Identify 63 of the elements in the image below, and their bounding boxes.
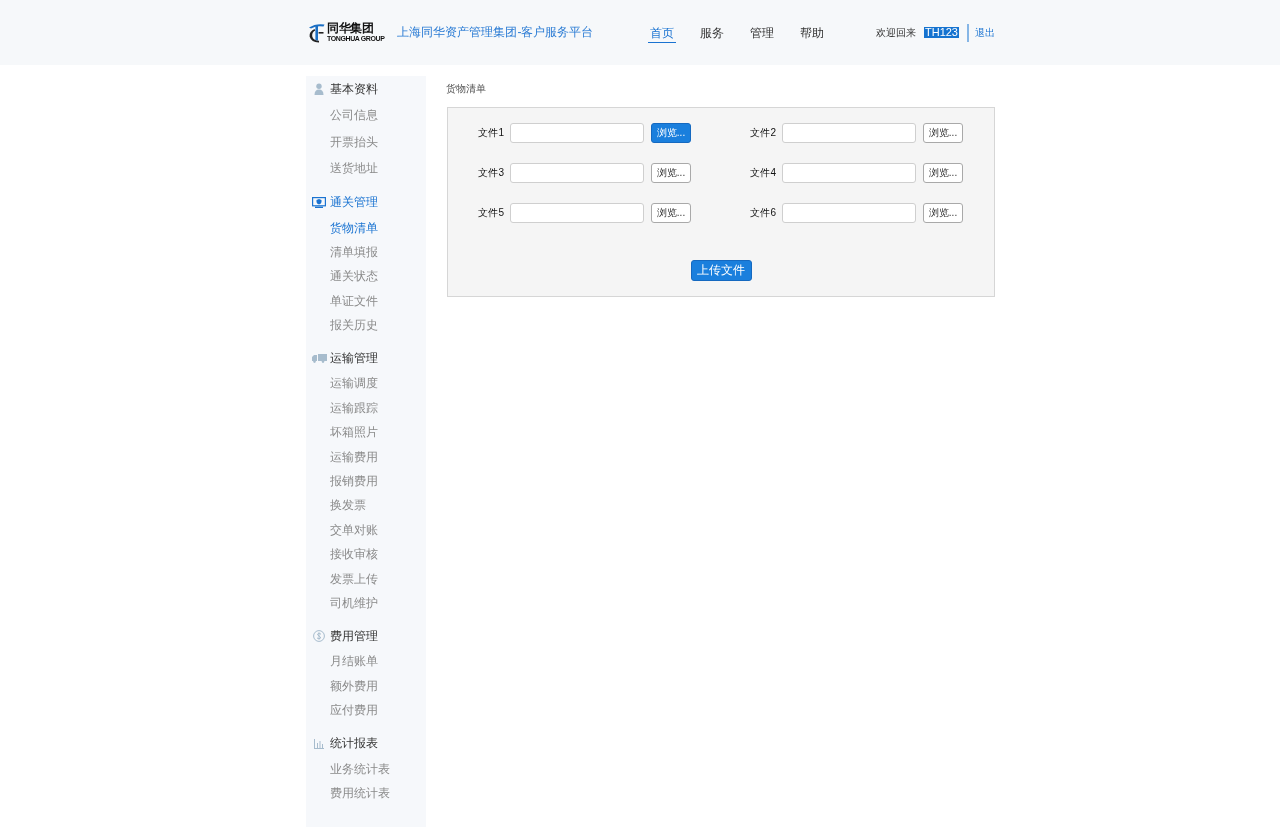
- nav-item[interactable]: 单证文件: [306, 288, 426, 314]
- nav-item[interactable]: 额外费用: [306, 673, 426, 699]
- nav-tab[interactable]: 管理: [748, 22, 777, 43]
- nav-group-heading[interactable]: 费用管理: [306, 623, 426, 650]
- nav-item[interactable]: 公司信息: [306, 102, 426, 129]
- bar-chart-icon: [314, 738, 324, 749]
- nav-item[interactable]: 交单对账: [306, 517, 426, 543]
- nav-tab[interactable]: 服务: [698, 22, 727, 43]
- page-title: 货物清单: [446, 83, 486, 94]
- nav-item[interactable]: 接收审核: [306, 542, 426, 567]
- nav-item[interactable]: 清单填报: [306, 239, 426, 265]
- nav-item[interactable]: 费用统计表: [306, 780, 426, 806]
- upload-button[interactable]: 上传文件: [690, 260, 752, 281]
- file-path-field[interactable]: [782, 203, 916, 223]
- browse-button[interactable]: 浏览...: [923, 203, 963, 223]
- person-icon: [314, 83, 324, 95]
- nav-item[interactable]: 司机维护: [306, 590, 426, 616]
- browse-button[interactable]: 浏览...: [651, 163, 691, 183]
- nav-item[interactable]: 运输费用: [306, 444, 426, 469]
- file-path-field[interactable]: [782, 123, 916, 143]
- nav-item[interactable]: 坏箱照片: [306, 420, 426, 445]
- nav-item[interactable]: 通关状态: [306, 264, 426, 289]
- file-label: 文件5: [478, 207, 504, 218]
- nav-item[interactable]: 开票抬头: [306, 128, 426, 155]
- nav-tab[interactable]: 首页: [648, 22, 677, 43]
- file-path-field[interactable]: [510, 163, 644, 183]
- logo-icon: [308, 22, 325, 43]
- browse-button[interactable]: 浏览...: [651, 203, 691, 223]
- nav-item[interactable]: 发票上传: [306, 566, 426, 591]
- logo-name: 同华集团: [327, 22, 374, 35]
- file-label: 文件4: [750, 167, 776, 178]
- dollar-circle-icon: [313, 630, 325, 643]
- nav-item[interactable]: 月结账单: [306, 649, 426, 674]
- truck-icon: [311, 353, 327, 363]
- file-label: 文件3: [478, 167, 504, 178]
- nav-group-heading[interactable]: 统计报表: [306, 730, 426, 757]
- nav-item[interactable]: 应付费用: [306, 698, 426, 723]
- nav-item[interactable]: 送货地址: [306, 155, 426, 182]
- file-path-field[interactable]: [782, 163, 916, 183]
- nav-item[interactable]: 业务统计表: [306, 756, 426, 781]
- nav-item[interactable]: 运输跟踪: [306, 395, 426, 421]
- browse-button[interactable]: 浏览...: [923, 123, 963, 143]
- username-label: TH123: [923, 27, 959, 38]
- site-title: 上海同华资产管理集团-客户服务平台: [397, 24, 594, 41]
- nav-item[interactable]: 报关历史: [306, 313, 426, 338]
- browse-button[interactable]: 浏览...: [651, 123, 691, 143]
- logout-link[interactable]: 退出: [975, 25, 995, 40]
- nav-group-heading[interactable]: 运输管理: [306, 345, 426, 372]
- nav-group-heading[interactable]: 通关管理: [306, 189, 426, 216]
- browse-button[interactable]: 浏览...: [923, 163, 963, 183]
- file-path-field[interactable]: [510, 203, 644, 223]
- nav-item[interactable]: 报销费用: [306, 469, 426, 494]
- nav-tab[interactable]: 帮助: [798, 22, 827, 43]
- nav-item[interactable]: 货物清单: [306, 215, 426, 240]
- file-path-field[interactable]: [510, 123, 644, 143]
- file-label: 文件2: [750, 127, 776, 138]
- file-label: 文件1: [478, 127, 504, 138]
- shield-monitor-icon: [312, 197, 326, 208]
- nav-item[interactable]: 运输调度: [306, 371, 426, 396]
- nav-item[interactable]: 换发票: [306, 493, 426, 518]
- file-label: 文件6: [750, 207, 776, 218]
- nav-group-heading[interactable]: 基本资料: [306, 76, 426, 102]
- welcome-text: 欢迎回来: [875, 25, 916, 40]
